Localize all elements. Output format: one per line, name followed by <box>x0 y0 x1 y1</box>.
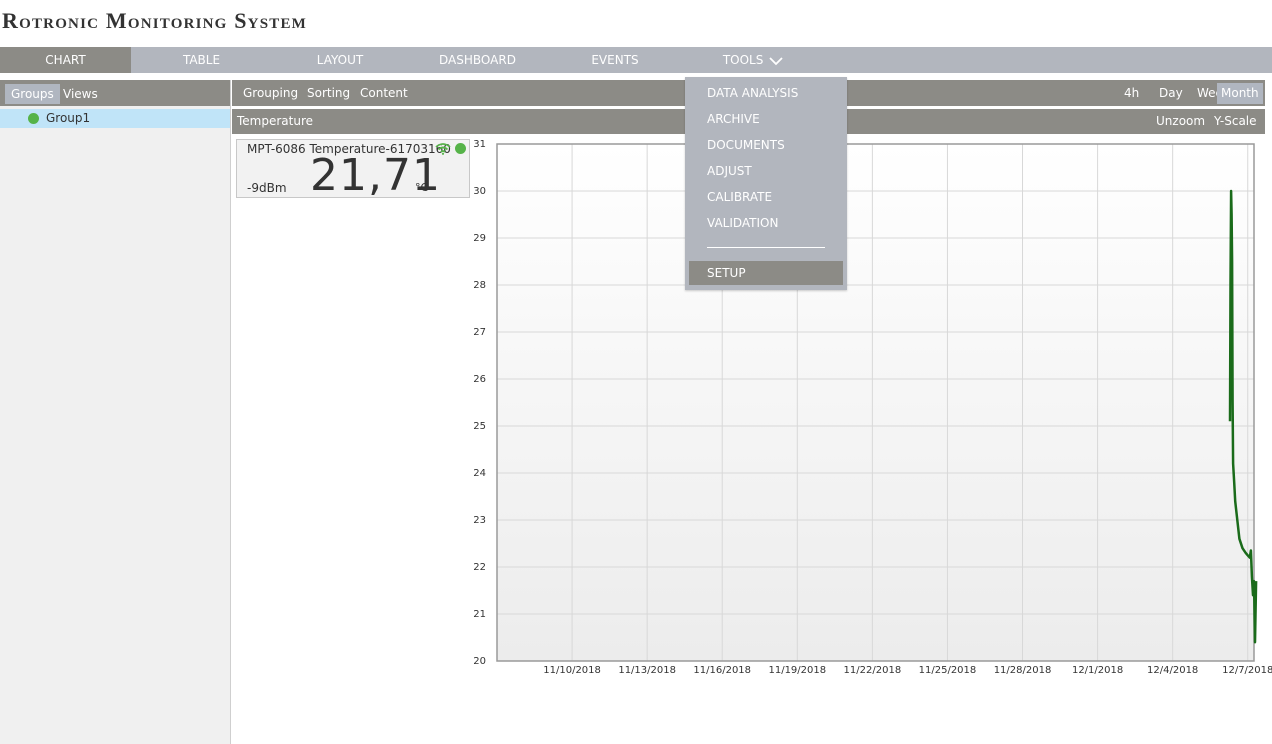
y-tick-label: 28 <box>473 280 486 291</box>
menu-divider <box>707 247 825 248</box>
x-tick-label: 11/19/2018 <box>768 665 826 676</box>
y-tick-label: 31 <box>473 139 486 150</box>
group-item[interactable]: Group1 <box>0 109 230 128</box>
range-4h-button[interactable]: 4h <box>1121 83 1142 104</box>
menu-item-setup[interactable]: SETUP <box>689 261 843 285</box>
x-tick-label: 12/1/2018 <box>1072 665 1123 676</box>
y-tick-label: 30 <box>473 186 486 197</box>
menu-item-setup-label: SETUP <box>707 266 746 280</box>
x-tick-label: 12/4/2018 <box>1147 665 1198 676</box>
range-month-button[interactable]: Month <box>1217 83 1263 104</box>
y-tick-label: 22 <box>473 562 486 573</box>
menu-item-validation[interactable]: VALIDATION <box>707 213 778 233</box>
nav-tab-label: DASHBOARD <box>439 53 516 67</box>
y-scale-button[interactable]: Y-Scale <box>1214 109 1257 134</box>
plot-area <box>497 144 1254 661</box>
nav-tab-chart[interactable]: CHART <box>0 47 131 73</box>
sensor-status-icon <box>455 143 466 154</box>
nav-tab-label: TABLE <box>182 53 221 67</box>
sensor-card[interactable]: MPT-6086 Temperature-61703160 -9dBm 21,7… <box>236 139 470 200</box>
group-label: Group1 <box>46 111 91 125</box>
y-tick-label: 24 <box>473 468 486 479</box>
grouping-button[interactable]: Grouping <box>243 80 298 106</box>
chart-title: Temperature <box>237 114 314 128</box>
nav-tab-table[interactable]: TABLE <box>150 47 253 73</box>
nav-tab-label: EVENTS <box>591 53 639 67</box>
x-tick-label: 11/10/2018 <box>543 665 601 676</box>
y-tick-label: 23 <box>473 515 486 526</box>
x-tick-label: 11/13/2018 <box>618 665 676 676</box>
nav-tab-dashboard[interactable]: DASHBOARD <box>425 47 530 73</box>
y-tick-label: 20 <box>473 656 486 667</box>
x-tick-label: 11/25/2018 <box>919 665 977 676</box>
x-tick-label: 12/7/2018 <box>1222 665 1272 676</box>
sorting-button[interactable]: Sorting <box>307 80 350 106</box>
x-tick-label: 11/22/2018 <box>844 665 902 676</box>
unzoom-button[interactable]: Unzoom <box>1156 109 1205 134</box>
app-title: Rotronic Monitoring System <box>2 8 308 33</box>
main-nav: CHART TABLE LAYOUT DASHBOARD EVENTS TOOL… <box>0 47 1272 73</box>
temperature-chart[interactable]: 20 21 22 23 24 25 26 27 28 29 30 31 11/10/2018 11/13/… <box>466 136 1272 681</box>
y-tick-label: 27 <box>473 327 486 338</box>
range-day-button[interactable]: Day <box>1156 83 1186 104</box>
sidebar-tabs: Groups Views <box>0 80 230 106</box>
sensor-signal: -9dBm <box>247 181 287 195</box>
x-tick-label: 11/28/2018 <box>994 665 1052 676</box>
nav-tab-label: TOOLS <box>722 53 764 67</box>
menu-item-archive[interactable]: ARCHIVE <box>707 109 760 129</box>
menu-item-data-analysis[interactable]: DATA ANALYSIS <box>707 83 798 103</box>
y-tick-label: 21 <box>473 609 486 620</box>
tools-dropdown-menu: DATA ANALYSIS ARCHIVE DOCUMENTS ADJUST C… <box>685 77 847 290</box>
content-button[interactable]: Content <box>360 80 408 106</box>
y-tick-label: 29 <box>473 233 486 244</box>
x-tick-label: 11/16/2018 <box>693 665 751 676</box>
nav-tab-label: LAYOUT <box>316 53 364 67</box>
tab-views[interactable]: Views <box>57 84 104 104</box>
sidebar: Groups Views Group1 <box>0 80 231 744</box>
nav-tab-tools[interactable]: TOOLS <box>706 47 800 73</box>
y-tick-label: 26 <box>473 374 486 385</box>
tab-groups[interactable]: Groups <box>5 84 60 104</box>
nav-tab-layout[interactable]: LAYOUT <box>290 47 390 73</box>
nav-tab-events[interactable]: EVENTS <box>570 47 660 73</box>
menu-item-documents[interactable]: DOCUMENTS <box>707 135 785 155</box>
sensor-unit: °C <box>415 181 429 194</box>
chevron-down-icon <box>769 56 783 65</box>
y-tick-label: 25 <box>473 421 486 432</box>
menu-item-adjust[interactable]: ADJUST <box>707 161 752 181</box>
menu-item-calibrate[interactable]: CALIBRATE <box>707 187 772 207</box>
nav-tab-label: CHART <box>45 53 86 67</box>
group-status-icon <box>28 113 39 124</box>
